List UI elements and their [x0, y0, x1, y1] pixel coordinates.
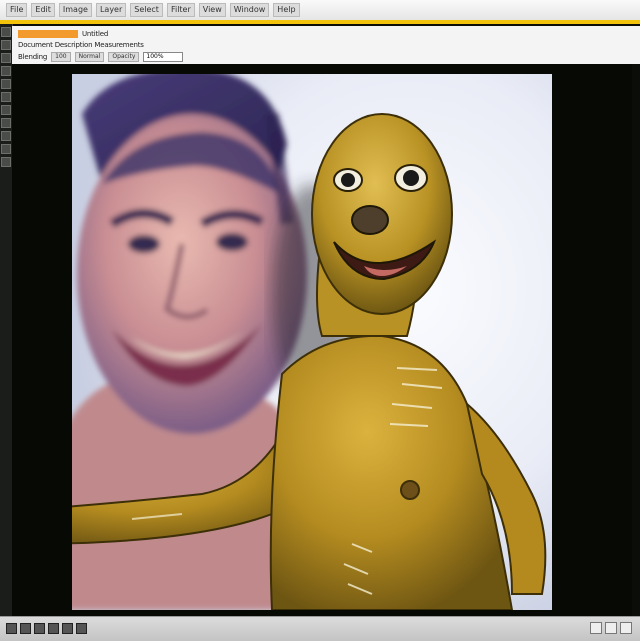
opacity-field[interactable]: 100% [143, 52, 184, 62]
toolbar-row-2: Document Description Measurements [18, 41, 144, 49]
move-icon[interactable] [1, 27, 11, 37]
channels-icon[interactable] [62, 623, 73, 634]
menu-select[interactable]: Select [130, 3, 163, 17]
canvas-image [72, 74, 552, 610]
hand-icon[interactable] [1, 144, 11, 154]
toolbar-row-3: Blending 100 Normal Opacity 100% [18, 52, 184, 62]
menu-image[interactable]: Image [58, 3, 92, 17]
menu-file[interactable]: File [6, 3, 28, 17]
menu-help[interactable]: Help [273, 3, 300, 17]
quickmask-icon[interactable] [20, 623, 31, 634]
document-info: Document Description Measurements [18, 41, 144, 49]
brush-icon[interactable] [1, 79, 11, 89]
lasso-icon[interactable] [1, 53, 11, 63]
zoom-out-icon[interactable] [590, 622, 602, 634]
active-tab-indicator[interactable] [18, 30, 78, 38]
marquee-icon[interactable] [1, 40, 11, 50]
size-chip[interactable]: 100 [51, 52, 71, 62]
status-bar [0, 616, 640, 641]
opacity-chip[interactable]: Opacity [108, 52, 140, 62]
zoom-in-icon[interactable] [605, 622, 617, 634]
screen-mode-icon[interactable] [6, 623, 17, 634]
layers-icon[interactable] [34, 623, 45, 634]
text-icon[interactable] [1, 118, 11, 128]
eraser-icon[interactable] [1, 92, 11, 102]
menu-bar: File Edit Image Layer Select Filter View… [0, 0, 640, 21]
paths-icon[interactable] [76, 623, 87, 634]
menu-filter[interactable]: Filter [166, 3, 195, 17]
pen-icon[interactable] [1, 131, 11, 141]
menu-layer[interactable]: Layer [95, 3, 127, 17]
toolbar-row-1: Untitled [18, 30, 108, 38]
crop-icon[interactable] [1, 66, 11, 76]
status-right-controls [590, 622, 632, 634]
vertical-scrollbar[interactable] [632, 64, 640, 616]
options-toolbar: Untitled Document Description Measuremen… [12, 26, 640, 65]
blending-label: Blending [18, 53, 48, 61]
menu-window[interactable]: Window [229, 3, 270, 17]
menu-view[interactable]: View [198, 3, 226, 17]
zoom-icon[interactable] [1, 157, 11, 167]
gradient-icon[interactable] [1, 105, 11, 115]
menu-items: File Edit Image Layer Select Filter View… [6, 3, 300, 17]
status-left-controls [6, 623, 87, 634]
history-icon[interactable] [48, 623, 59, 634]
document-tab-title[interactable]: Untitled [82, 30, 108, 38]
fit-screen-icon[interactable] [620, 622, 632, 634]
menu-edit[interactable]: Edit [31, 3, 55, 17]
mode-chip[interactable]: Normal [74, 52, 105, 62]
accent-stripe [0, 20, 640, 24]
